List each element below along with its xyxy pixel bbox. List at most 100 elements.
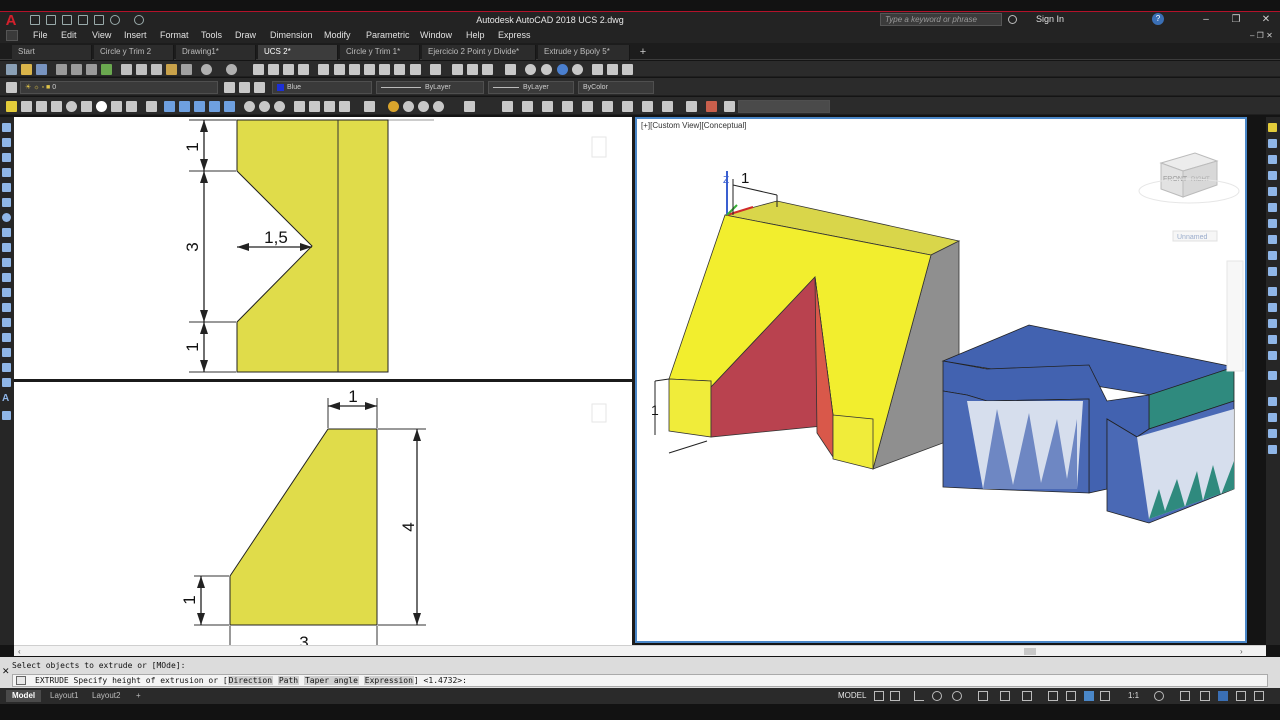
- extrude-icon[interactable]: [592, 64, 603, 75]
- plotstyle-dropdown[interactable]: ByColor: [578, 81, 654, 94]
- scroll-thumb[interactable]: [1024, 648, 1036, 655]
- mirror-icon[interactable]: [1268, 155, 1277, 164]
- break-icon[interactable]: [1268, 303, 1277, 312]
- named-view-dropdown[interactable]: [738, 100, 830, 113]
- selection-cycling-icon[interactable]: [1048, 691, 1058, 701]
- union-icon[interactable]: [244, 101, 255, 112]
- quickcalc-icon[interactable]: [394, 64, 405, 75]
- stretch-icon[interactable]: [1268, 251, 1277, 260]
- restore-button[interactable]: ❐: [1222, 13, 1250, 26]
- menu-parametric[interactable]: Parametric: [366, 30, 410, 41]
- zoom-window-icon[interactable]: [283, 64, 294, 75]
- layer-icon[interactable]: [410, 64, 421, 75]
- clean-icon[interactable]: [582, 101, 593, 112]
- light-icon[interactable]: [388, 101, 399, 112]
- qnew-icon[interactable]: [6, 64, 17, 75]
- tab-start[interactable]: Start: [12, 45, 92, 60]
- menu-help[interactable]: Help: [466, 30, 485, 41]
- zoom-realtime-icon[interactable]: [268, 64, 279, 75]
- model-space-toggle[interactable]: MODEL: [838, 690, 866, 702]
- scroll-left-icon[interactable]: ‹: [18, 647, 21, 656]
- tab-layout2[interactable]: Layout2: [86, 690, 126, 702]
- 3d-array-icon[interactable]: [339, 101, 350, 112]
- xline-icon[interactable]: [2, 138, 11, 147]
- command-line-input[interactable]: EXTRUDE Specify height of extrusion or […: [12, 674, 1268, 687]
- redo-icon[interactable]: [226, 64, 237, 75]
- fillet-icon[interactable]: [1268, 351, 1277, 360]
- check-icon[interactable]: [562, 101, 573, 112]
- cut-icon[interactable]: [121, 64, 132, 75]
- line-icon[interactable]: [2, 123, 11, 132]
- offset-edge-icon[interactable]: [622, 101, 633, 112]
- menu-modify[interactable]: Modify: [324, 30, 351, 41]
- subtract-icon[interactable]: [259, 101, 270, 112]
- region-icon[interactable]: [2, 363, 11, 372]
- tab-ucs-2[interactable]: UCS 2*: [258, 45, 338, 60]
- sheet-set-icon[interactable]: [364, 64, 375, 75]
- menu-tools[interactable]: Tools: [201, 30, 222, 41]
- open-icon[interactable]: [21, 64, 32, 75]
- tab-drawing1[interactable]: Drawing1*: [176, 45, 256, 60]
- loft-icon[interactable]: [224, 101, 235, 112]
- dim-radius-icon[interactable]: [1268, 429, 1277, 438]
- offset-icon[interactable]: [1268, 171, 1277, 180]
- layer-state-icon[interactable]: [254, 82, 265, 93]
- 3d-move-icon[interactable]: [294, 101, 305, 112]
- tool-palette-toggle-icon[interactable]: [706, 101, 717, 112]
- minimize-button[interactable]: –: [1192, 13, 1220, 26]
- option-path[interactable]: Path: [277, 676, 300, 685]
- torus-icon[interactable]: [96, 101, 107, 112]
- lineweight-toggle-icon[interactable]: [1022, 691, 1032, 701]
- arc-icon[interactable]: [2, 198, 11, 207]
- design-center-icon[interactable]: [334, 64, 345, 75]
- match-properties-icon[interactable]: [166, 64, 177, 75]
- undo-icon[interactable]: [201, 64, 212, 75]
- save-icon[interactable]: [62, 15, 72, 25]
- menu-window[interactable]: Window: [420, 30, 452, 41]
- chamfer-icon[interactable]: [1268, 335, 1277, 344]
- viewport-top-left[interactable]: 1 3 1 1,5: [14, 117, 632, 379]
- plot-icon[interactable]: [94, 15, 104, 25]
- ucs-world-icon[interactable]: [467, 64, 478, 75]
- menu-view[interactable]: View: [92, 30, 111, 41]
- lineweight-dropdown[interactable]: ByLayer: [488, 81, 574, 94]
- extend-icon[interactable]: [1268, 287, 1277, 296]
- gradient-icon[interactable]: [2, 348, 11, 357]
- properties-icon[interactable]: [318, 64, 329, 75]
- ellipse-arc-icon[interactable]: [2, 273, 11, 282]
- tab-layout1[interactable]: Layout1: [44, 690, 84, 702]
- join-icon[interactable]: [1268, 319, 1277, 328]
- free-orbit-icon[interactable]: [541, 64, 552, 75]
- tab-ejercicio-2[interactable]: Ejercicio 2 Point y Divide*: [422, 45, 536, 60]
- explode-icon[interactable]: [1268, 371, 1277, 380]
- erase-icon[interactable]: [1268, 123, 1277, 132]
- move-icon[interactable]: [1268, 203, 1277, 212]
- plus-icon[interactable]: [1180, 691, 1190, 701]
- horizontal-scrollbar[interactable]: ‹ ›: [14, 645, 1266, 656]
- add-layout-button[interactable]: +: [130, 690, 147, 702]
- revcloud-icon[interactable]: [2, 228, 11, 237]
- menu-app-icon[interactable]: [6, 30, 18, 41]
- layer-dropdown[interactable]: ☀ ☼ ▫ ■ 0: [20, 81, 218, 94]
- tab-model[interactable]: Model: [6, 690, 42, 702]
- point-icon[interactable]: [2, 318, 11, 327]
- wedge-icon[interactable]: [36, 101, 47, 112]
- dimension-icon[interactable]: [1268, 397, 1277, 406]
- option-expression[interactable]: Expression: [363, 676, 414, 685]
- circle-icon[interactable]: [2, 213, 11, 222]
- command-close-icon[interactable]: ✕: [2, 667, 11, 676]
- helix-icon[interactable]: [126, 101, 137, 112]
- application-menu-button[interactable]: A: [0, 12, 22, 29]
- workspace-gear-icon[interactable]: [1154, 691, 1164, 701]
- sweep-icon[interactable]: [194, 101, 205, 112]
- trim-icon[interactable]: [1268, 267, 1277, 276]
- tab-extrude-bpoly-5[interactable]: Extrude y Bpoly 5*: [538, 45, 630, 60]
- hardware-accel-icon[interactable]: [1218, 691, 1228, 701]
- cylinder-icon[interactable]: [81, 101, 92, 112]
- revolve-icon[interactable]: [209, 101, 220, 112]
- section-plane-icon[interactable]: [364, 101, 375, 112]
- annotation-scale[interactable]: 1:1: [1128, 690, 1139, 702]
- rotate-icon[interactable]: [1268, 219, 1277, 228]
- pan-icon[interactable]: [253, 64, 264, 75]
- customization-icon[interactable]: [1254, 691, 1264, 701]
